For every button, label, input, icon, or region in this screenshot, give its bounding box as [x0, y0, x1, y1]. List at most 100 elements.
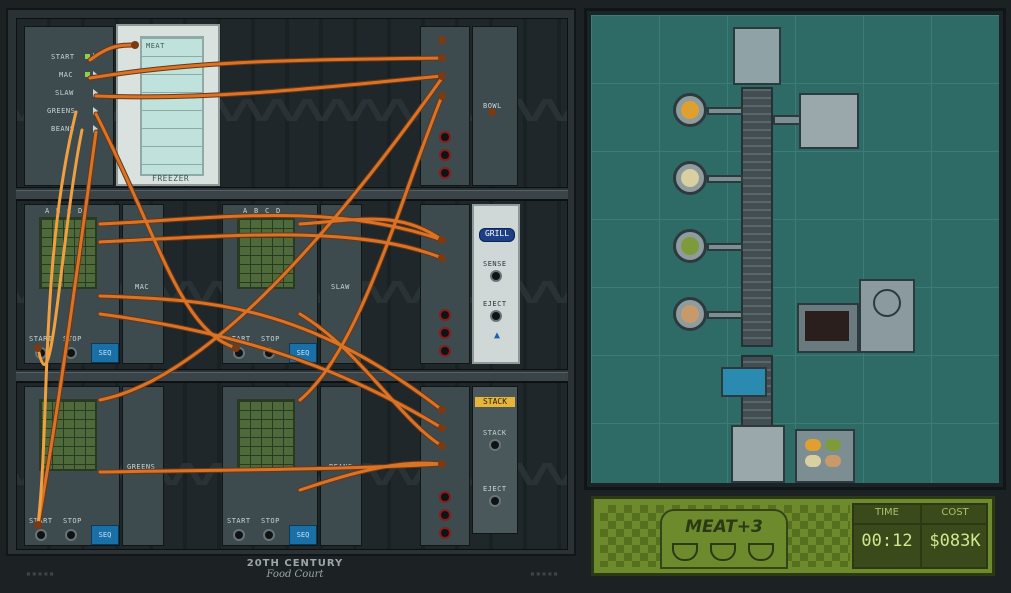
shelf-divider	[16, 190, 568, 200]
freezer-label-mac: MAC	[59, 71, 74, 79]
vent-grille: ▪▪▪▪▪	[530, 569, 560, 578]
stack-jack[interactable]	[439, 527, 451, 539]
seq-start-label: START	[29, 335, 53, 343]
grill-badge: GRILL	[479, 228, 515, 242]
grill-input-module	[420, 204, 470, 364]
conveyor-belt	[741, 87, 773, 347]
grill-jack[interactable]	[439, 309, 451, 321]
seq-col-d: D	[78, 207, 83, 215]
freezer-display-title: MEAT	[146, 42, 165, 50]
freezer-machine	[733, 27, 781, 85]
seq-badge: SEQ	[289, 525, 317, 545]
freezer-label-start: START	[51, 53, 75, 61]
bowl-arm	[773, 115, 801, 125]
dispenser-arm	[707, 311, 743, 319]
seq-start-label: START	[29, 517, 53, 525]
sequencer-grid[interactable]	[39, 217, 97, 289]
sequencer-slaw: A B C D START STOP SEQ	[222, 204, 318, 364]
grill-eject-jack[interactable]	[490, 310, 502, 322]
seq-stop-label: STOP	[261, 517, 280, 525]
mac-label: MAC	[135, 283, 150, 291]
brand-line-1: 20TH CENTURY	[246, 558, 344, 569]
freezer-label-beans: BEANS	[51, 125, 75, 133]
sequencer-grid[interactable]	[237, 217, 295, 289]
vent-grille: ▪▪▪▪▪	[26, 569, 56, 578]
sequencer-mac: A B C D START STOP SEQ	[24, 204, 120, 364]
dispenser-beans	[673, 297, 707, 331]
seq-stop-jack[interactable]	[263, 529, 275, 541]
freezer-display: MEAT	[140, 36, 204, 176]
bowl-jack[interactable]	[439, 149, 451, 161]
time-label: TIME	[874, 507, 899, 518]
slaw-output-module: SLAW	[320, 204, 362, 364]
stack-robot-arm	[721, 367, 767, 397]
flame-icon: ▲	[494, 330, 501, 341]
seq-stop-jack[interactable]	[65, 529, 77, 541]
seq-start-label: START	[227, 335, 251, 343]
seq-col-a: A	[243, 207, 248, 215]
output-arrow-icon	[93, 125, 98, 133]
grill-module: GRILL SENSE EJECT ▲	[472, 204, 520, 364]
seq-stop-jack[interactable]	[263, 347, 275, 359]
freezer-panel: MEAT FREEZER	[116, 24, 220, 186]
seq-start-jack[interactable]	[233, 529, 245, 541]
cost-label: COST	[941, 507, 969, 518]
grill-jack[interactable]	[439, 327, 451, 339]
start-led	[85, 54, 90, 59]
bowl-machine	[799, 93, 859, 149]
bowl-icon	[672, 543, 698, 561]
sequencer-beans: START STOP SEQ	[222, 386, 318, 546]
bowl-input-module	[420, 26, 470, 186]
order-title: MEAT+3	[685, 517, 763, 537]
grill-sense-label: SENSE	[483, 260, 507, 268]
seq-col-b: B	[56, 207, 61, 215]
brand-line-2: Food Court	[266, 569, 324, 580]
stack-jack-input[interactable]	[489, 439, 501, 451]
sequencer-grid[interactable]	[39, 399, 97, 471]
freezer-control-module: START MAC SLAW GREENS BEANS	[24, 26, 114, 186]
dispenser-arm	[707, 175, 743, 183]
cost-value: $083K	[929, 531, 981, 551]
stack-jack[interactable]	[439, 491, 451, 503]
bowl-icon	[748, 543, 774, 561]
order-panel: MEAT+3	[600, 505, 850, 569]
bowl-label: BOWL	[483, 102, 502, 110]
output-tray	[795, 429, 855, 483]
bowl-jack[interactable]	[439, 131, 451, 143]
freezer-name: FREEZER	[152, 174, 190, 183]
seq-stop-label: STOP	[63, 335, 82, 343]
dispenser-greens	[673, 229, 707, 263]
beans-label: BEANS	[329, 463, 353, 471]
grill-jack[interactable]	[439, 345, 451, 357]
game-logo: 20TH CENTURY Food Court	[240, 558, 350, 588]
sequencer-grid[interactable]	[237, 399, 295, 471]
seq-badge: SEQ	[289, 343, 317, 363]
grill-fan-unit	[859, 279, 915, 353]
seq-start-jack[interactable]	[35, 347, 47, 359]
eject-jack[interactable]	[489, 495, 501, 507]
seq-start-jack[interactable]	[233, 347, 245, 359]
grill-eject-label: EJECT	[483, 300, 507, 308]
seq-start-jack[interactable]	[35, 529, 47, 541]
bowl-jack[interactable]	[439, 167, 451, 179]
sequencer-greens: START STOP SEQ	[24, 386, 120, 546]
stack-jack[interactable]	[439, 509, 451, 521]
seq-col-d: D	[276, 207, 281, 215]
stack-label: STACK	[483, 429, 507, 437]
time-value: 00:12	[861, 531, 913, 551]
seq-col-a: A	[45, 207, 50, 215]
seq-col-c: C	[265, 207, 270, 215]
seq-stop-label: STOP	[261, 335, 280, 343]
dispenser-arm	[707, 107, 743, 115]
control-rack: START MAC SLAW GREENS BEANS MEAT FREEZER…	[6, 8, 576, 556]
seq-stop-jack[interactable]	[65, 347, 77, 359]
order-hud: MEAT+3 TIME COST 00:12 $083K	[591, 496, 995, 576]
stack-machine	[731, 425, 785, 483]
output-arrow-icon	[93, 107, 98, 115]
stack-badge: STACK	[475, 397, 515, 407]
grill-sense-jack[interactable]	[490, 270, 502, 282]
dispenser-slaw	[673, 161, 707, 195]
seq-stop-label: STOP	[63, 517, 82, 525]
stack-module: STACK STACK EJECT	[472, 386, 518, 534]
greens-label: GREENS	[127, 463, 156, 471]
